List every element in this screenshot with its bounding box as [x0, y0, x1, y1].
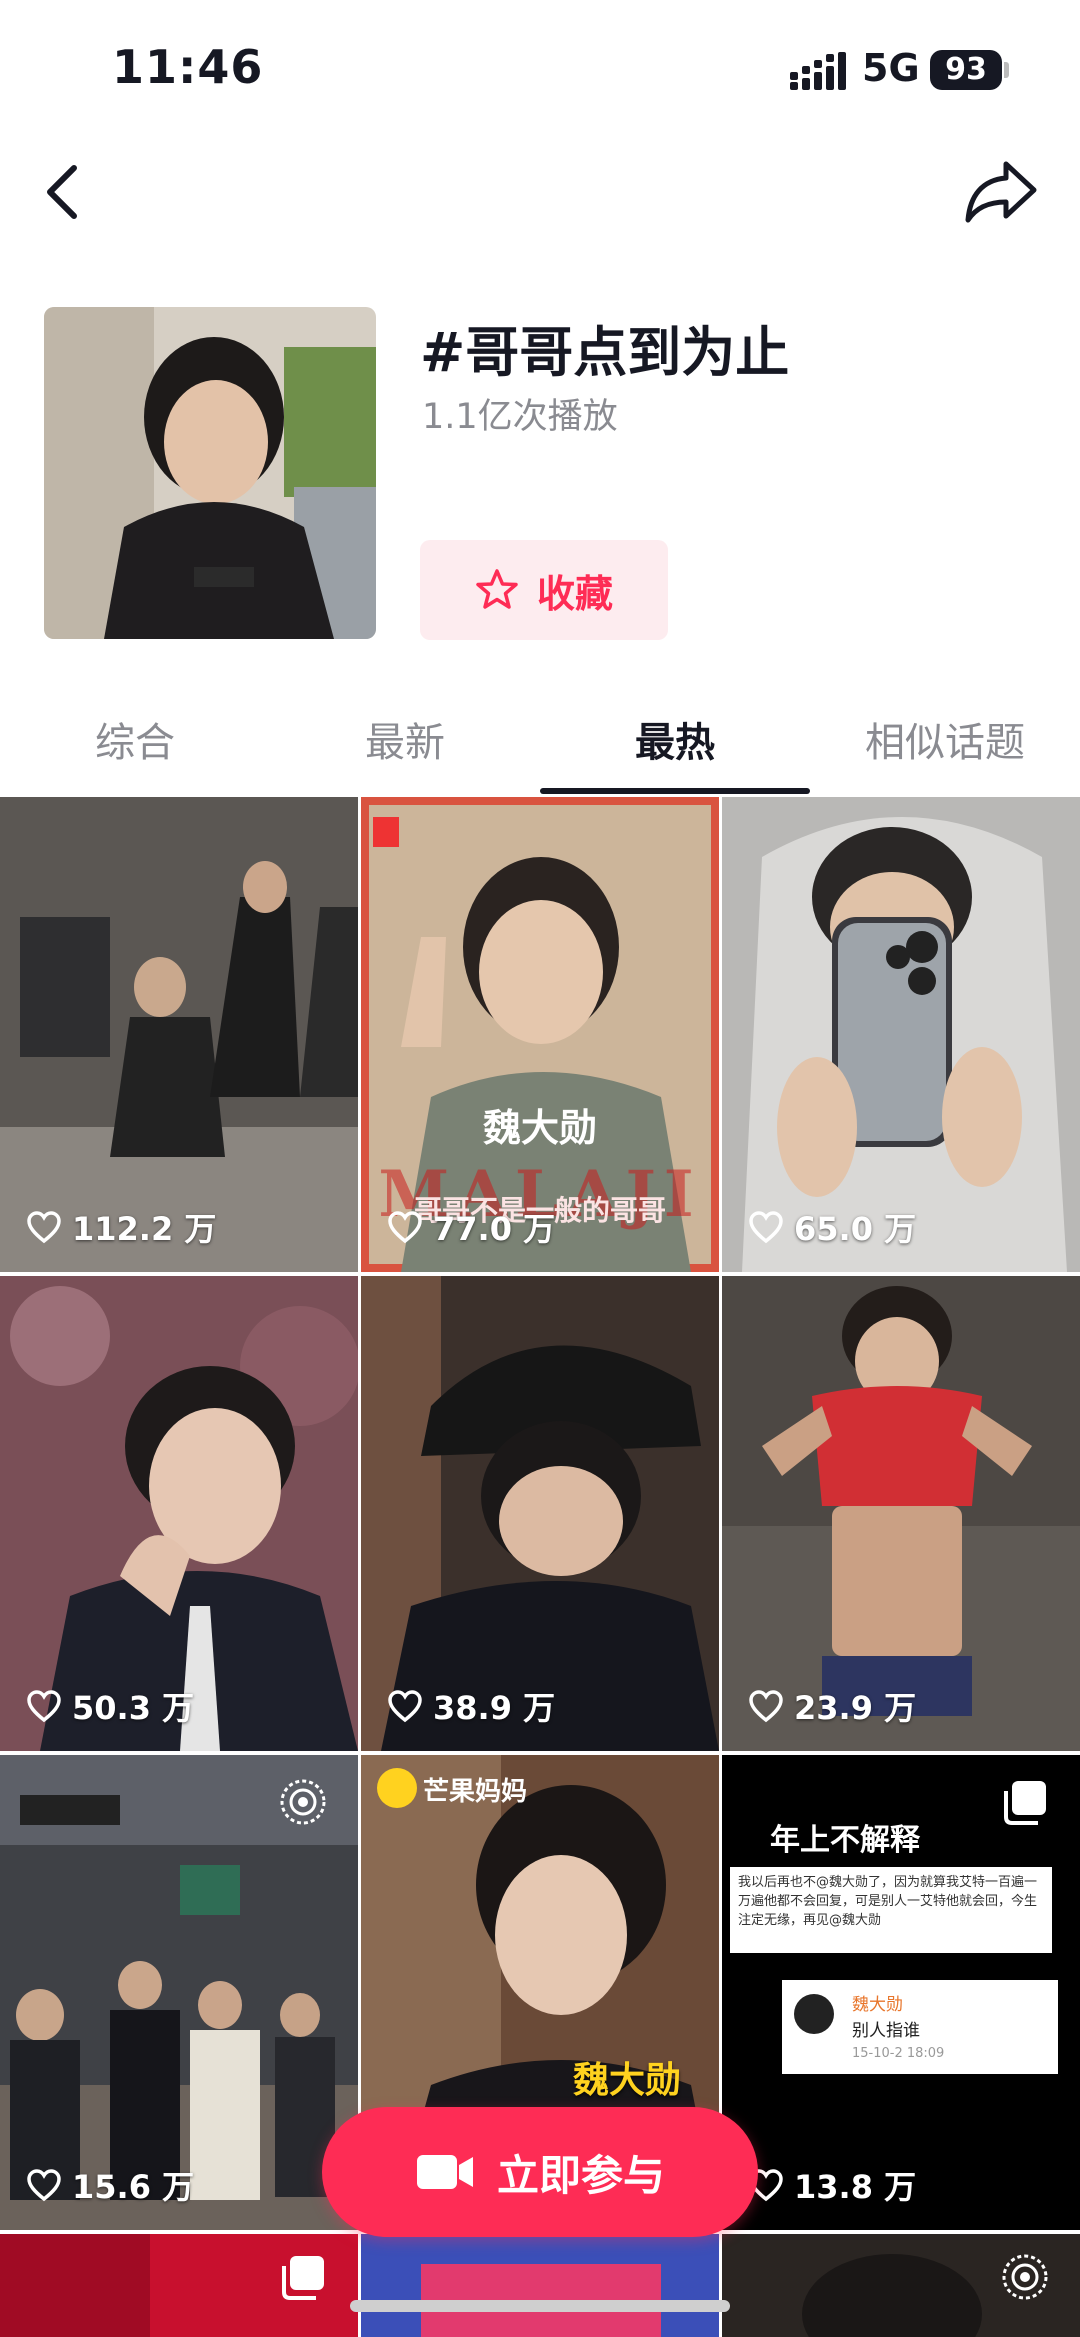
join-now-button[interactable]: 立即参与 — [322, 2107, 758, 2237]
like-count: 112.2 万 — [26, 1204, 216, 1250]
reply-username: 魏大勋 — [852, 1995, 903, 2015]
status-bar: 11:46 5G 93 — [0, 0, 1080, 140]
join-now-label: 立即参与 — [496, 2150, 665, 2200]
like-count-value: 112.2 万 — [72, 1210, 217, 1248]
favorite-label: 收藏 — [536, 571, 613, 616]
reply-text: 别人指谁 — [852, 2021, 920, 2041]
play-count: 1.1亿次播放 — [422, 397, 618, 437]
overlay-brand: 芒果妈妈 — [423, 1777, 528, 1807]
share-icon[interactable] — [964, 158, 1038, 224]
like-count-value: 65.0 万 — [794, 1210, 917, 1248]
live-icon — [1002, 2254, 1048, 2300]
multi-image-icon — [1004, 1781, 1046, 1825]
like-count: 15.6 万 — [26, 2162, 194, 2208]
like-count: 65.0 万 — [748, 1204, 916, 1250]
network-type: 5G — [862, 46, 920, 90]
video-tile[interactable]: 50.3 万 — [0, 1276, 358, 1751]
reply-card: 魏大勋 别人指谁 15-10-2 18:09 — [782, 1980, 1058, 2074]
video-tile[interactable]: 魏大勋 MALAJI 哥哥不是一般的哥哥 77.0 万 — [361, 797, 719, 1272]
video-tile[interactable]: 23.9 万 — [722, 1276, 1080, 1751]
video-tile[interactable]: 38.9 万 — [361, 1276, 719, 1751]
battery-tip — [1004, 62, 1009, 78]
reply-time: 15-10-2 18:09 — [852, 2046, 945, 2061]
like-count: 38.9 万 — [387, 1683, 555, 1729]
topic-cover-image — [44, 307, 376, 639]
video-camera-icon — [416, 2155, 473, 2189]
video-tile[interactable] — [722, 2234, 1080, 2337]
multi-image-icon — [282, 2256, 324, 2300]
clock: 11:46 — [112, 40, 264, 94]
quoted-post: 我以后再也不@魏大勋了，因为就算我艾特一百遍一万遍他都不会回复，可是别人一艾特他… — [730, 1867, 1052, 1953]
heart-icon — [27, 1211, 61, 1244]
video-tile[interactable] — [361, 2234, 719, 2337]
tab-latest[interactable]: 最新 — [270, 710, 540, 768]
like-count-value: 50.3 万 — [72, 1689, 195, 1727]
tab-overview[interactable]: 综合 — [0, 710, 270, 768]
video-tile[interactable]: 年上不解释 我以后再也不@魏大勋了，因为就算我艾特一百遍一万遍他都不会回复，可是… — [722, 1755, 1080, 2230]
video-tile[interactable]: 15.6 万 — [0, 1755, 358, 2230]
topic-title: #哥哥点到为止 — [420, 321, 790, 384]
heart-icon — [749, 1690, 783, 1723]
overlay-name: 魏大勋 — [573, 2060, 682, 2101]
back-arrow-icon[interactable] — [40, 160, 86, 224]
like-count: 13.8 万 — [748, 2162, 916, 2208]
like-count: 50.3 万 — [26, 1683, 194, 1729]
like-count-value: 13.8 万 — [794, 2168, 917, 2206]
live-icon — [280, 1779, 326, 1825]
avatar — [794, 1994, 834, 2034]
like-count: 23.9 万 — [748, 1683, 916, 1729]
overlay-name: 魏大勋 — [482, 1106, 597, 1150]
heart-icon — [749, 1211, 783, 1244]
overlay-title: 年上不解释 — [770, 1823, 920, 1858]
signal-icon — [790, 52, 846, 90]
heart-icon — [388, 1211, 422, 1244]
active-tab-indicator — [540, 788, 810, 794]
like-count: 77.0 万 — [387, 1204, 555, 1250]
video-tile[interactable]: 112.2 万 — [0, 797, 358, 1272]
heart-icon — [27, 1690, 61, 1723]
video-tile[interactable] — [0, 2234, 358, 2337]
heart-icon — [27, 2169, 61, 2202]
home-indicator — [350, 2300, 730, 2312]
like-count-value: 38.9 万 — [433, 1689, 556, 1727]
like-count-value: 77.0 万 — [433, 1210, 556, 1248]
tab-bar: 综合 最新 最热 相似话题 — [0, 700, 1080, 796]
heart-icon — [388, 1690, 422, 1723]
star-icon — [476, 569, 518, 609]
battery-indicator: 93 — [930, 50, 1002, 90]
like-count-value: 15.6 万 — [72, 2168, 195, 2206]
tab-similar-topics[interactable]: 相似话题 — [810, 710, 1080, 768]
video-tile[interactable]: 65.0 万 — [722, 797, 1080, 1272]
tab-hottest[interactable]: 最热 — [540, 710, 810, 768]
favorite-button[interactable]: 收藏 — [420, 540, 668, 640]
like-count-value: 23.9 万 — [794, 1689, 917, 1727]
